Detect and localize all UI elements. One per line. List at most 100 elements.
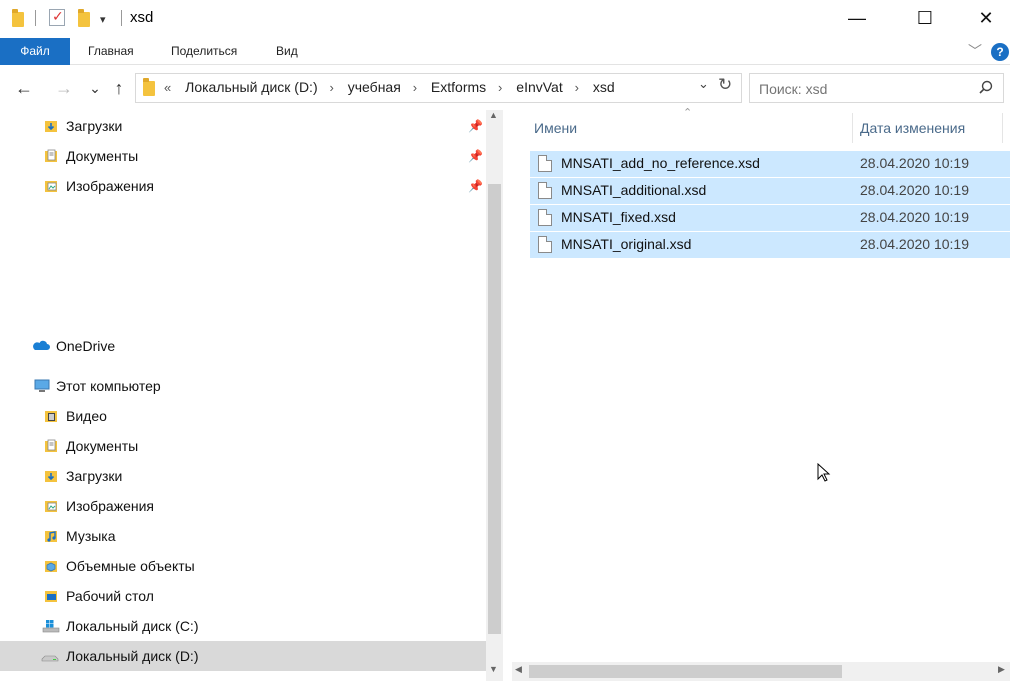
scroll-up-icon[interactable]: ▲ — [489, 110, 498, 120]
file-date: 28.04.2020 10:19 — [860, 236, 969, 252]
nav-item-this-pc[interactable]: Этот компьютер — [0, 371, 486, 401]
tab-share[interactable]: Поделиться — [171, 38, 237, 65]
nav-item-pictures-quick[interactable]: Изображения 📌 — [0, 171, 486, 201]
breadcrumb-drive-d[interactable]: Локальный диск (D:) — [185, 79, 318, 95]
scroll-down-icon[interactable]: ▼ — [489, 664, 498, 674]
windows-drive-icon — [42, 620, 60, 633]
chevron-right-icon[interactable]: › — [413, 80, 417, 95]
file-row[interactable]: MNSATI_additional.xsd 28.04.2020 10:19 — [530, 178, 1010, 204]
minimize-button[interactable]: — — [834, 0, 880, 36]
breadcrumb-uchebnaya[interactable]: учебная — [348, 79, 401, 95]
column-header-name[interactable]: Имени — [534, 113, 577, 143]
maximize-button[interactable]: ☐ — [902, 0, 948, 36]
properties-icon[interactable] — [49, 8, 65, 26]
collapse-ribbon-button[interactable]: ﹀ — [968, 41, 982, 61]
new-folder-icon[interactable] — [78, 8, 90, 29]
nav-item-3d-objects[interactable]: Объемные объекты — [0, 551, 486, 581]
chevron-right-icon[interactable]: › — [575, 80, 579, 95]
breadcrumb-xsd[interactable]: xsd — [593, 79, 615, 95]
file-list-scrollbar[interactable]: ◀ ▶ — [512, 662, 1010, 681]
nav-item-label: Локальный диск (D:) — [66, 648, 199, 664]
search-icon[interactable] — [979, 80, 993, 94]
sort-ascending-icon: ⌃ — [683, 107, 693, 119]
breadcrumb-einvvat[interactable]: eInvVat — [516, 79, 562, 95]
chevron-right-icon[interactable]: › — [330, 80, 334, 95]
close-button[interactable]: ✕ — [963, 0, 1009, 36]
documents-icon — [45, 439, 57, 452]
file-name: MNSATI_add_no_reference.xsd — [561, 155, 760, 171]
nav-item-pictures[interactable]: Изображения — [0, 491, 486, 521]
address-history-button[interactable]: ⌄ — [698, 76, 709, 92]
downloads-icon — [45, 471, 57, 482]
folder-icon — [12, 8, 24, 29]
file-icon — [538, 155, 552, 172]
pin-icon[interactable]: 📌 — [468, 111, 483, 141]
nav-item-desktop[interactable]: Рабочий стол — [0, 581, 486, 611]
help-icon[interactable]: ? — [991, 43, 1009, 61]
title-bar: ▾ xsd — ☐ ✕ — [0, 0, 1010, 38]
breadcrumb-extforms[interactable]: Extforms — [431, 79, 486, 95]
scrollbar-thumb[interactable] — [488, 184, 501, 634]
nav-item-label: Рабочий стол — [66, 588, 154, 604]
column-header-date[interactable]: Дата изменения — [860, 113, 965, 143]
navigation-scrollbar[interactable]: ▲ ▼ — [486, 110, 503, 681]
file-icon — [538, 182, 552, 199]
pin-icon[interactable]: 📌 — [468, 171, 483, 201]
nav-item-documents[interactable]: Документы — [0, 431, 486, 461]
nav-item-downloads[interactable]: Загрузки — [0, 461, 486, 491]
file-row[interactable]: MNSATI_original.xsd 28.04.2020 10:19 — [530, 232, 1010, 258]
file-date: 28.04.2020 10:19 — [860, 155, 969, 171]
file-date: 28.04.2020 10:19 — [860, 182, 969, 198]
file-row[interactable]: MNSATI_add_no_reference.xsd 28.04.2020 1… — [530, 151, 1010, 177]
back-button[interactable]: ← — [12, 76, 36, 100]
nav-item-drive-c[interactable]: Локальный диск (C:) — [0, 611, 486, 641]
window-title: xsd — [130, 9, 154, 26]
address-bar[interactable]: « Локальный диск (D:) › учебная › Extfor… — [135, 73, 742, 103]
desktop-icon — [45, 591, 57, 602]
file-name: MNSATI_fixed.xsd — [561, 209, 676, 225]
search-input[interactable] — [759, 79, 969, 99]
file-icon — [538, 209, 552, 226]
customize-toolbar-button[interactable]: ▾ — [100, 9, 106, 29]
toolbar-divider — [121, 10, 122, 26]
nav-item-music[interactable]: Музыка — [0, 521, 486, 551]
nav-item-label: Локальный диск (C:) — [66, 618, 199, 634]
nav-item-documents-quick[interactable]: Документы 📌 — [0, 141, 486, 171]
chevron-right-icon[interactable]: › — [498, 80, 502, 95]
nav-item-downloads-quick[interactable]: Загрузки 📌 — [0, 111, 486, 141]
nav-item-video[interactable]: Видео — [0, 401, 486, 431]
file-date: 28.04.2020 10:19 — [860, 209, 969, 225]
scrollbar-thumb[interactable] — [529, 665, 842, 678]
forward-button[interactable]: → — [52, 76, 76, 100]
scroll-right-icon[interactable]: ▶ — [998, 664, 1005, 675]
nav-item-label: Видео — [66, 408, 107, 424]
nav-item-label: Объемные объекты — [66, 558, 195, 574]
3d-objects-icon — [45, 561, 57, 572]
nav-item-label: Изображения — [66, 498, 154, 514]
nav-item-onedrive[interactable]: OneDrive — [0, 331, 486, 361]
file-name: MNSATI_original.xsd — [561, 236, 692, 252]
refresh-button[interactable]: ↻ — [718, 75, 732, 95]
up-button[interactable]: ↑ — [107, 76, 131, 100]
onedrive-icon — [33, 340, 50, 350]
tab-file[interactable]: Файл — [0, 38, 70, 65]
column-divider[interactable] — [1002, 113, 1003, 143]
recent-locations-button[interactable]: ⌄ — [83, 76, 107, 100]
tab-home[interactable]: Главная — [88, 38, 134, 65]
pictures-icon — [45, 181, 57, 192]
pin-icon[interactable]: 📌 — [468, 141, 483, 171]
computer-icon — [34, 379, 50, 392]
pictures-icon — [45, 501, 57, 512]
scroll-left-icon[interactable]: ◀ — [515, 664, 522, 675]
music-icon — [45, 531, 57, 542]
nav-item-drive-d[interactable]: Локальный диск (D:) — [0, 641, 486, 671]
downloads-icon — [45, 121, 57, 132]
column-divider[interactable] — [852, 113, 853, 143]
file-row[interactable]: MNSATI_fixed.xsd 28.04.2020 10:19 — [530, 205, 1010, 231]
tab-view[interactable]: Вид — [276, 38, 298, 65]
nav-item-label: Документы — [66, 438, 139, 454]
navigation-pane: Загрузки 📌 Документы 📌 Изображения 📌 One… — [0, 110, 502, 681]
file-name: MNSATI_additional.xsd — [561, 182, 707, 198]
breadcrumb-overflow[interactable]: « — [164, 80, 171, 95]
search-box[interactable] — [749, 73, 1004, 103]
